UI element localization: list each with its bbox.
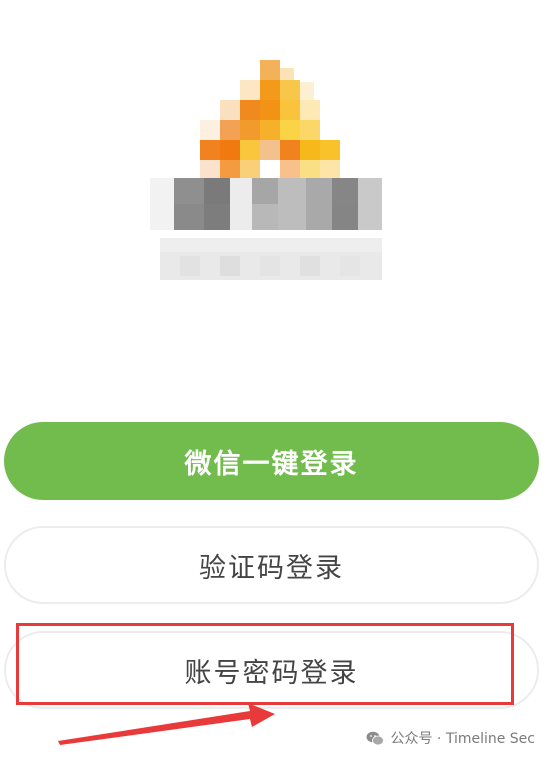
sms-code-login-label: 验证码登录 bbox=[199, 552, 344, 584]
app-logo-icon bbox=[150, 60, 382, 280]
sms-code-login-button[interactable]: 验证码登录 bbox=[4, 526, 539, 604]
wechat-login-button[interactable]: 微信一键登录 bbox=[4, 422, 539, 500]
wechat-icon bbox=[366, 731, 385, 745]
watermark-text: 公众号 · Timeline Sec bbox=[390, 731, 535, 747]
app-logo bbox=[140, 40, 400, 290]
watermark: 公众号 · Timeline Sec bbox=[366, 728, 535, 748]
password-login-label: 账号密码登录 bbox=[184, 657, 359, 689]
password-login-button[interactable]: 账号密码登录 bbox=[4, 631, 539, 709]
wechat-login-label: 微信一键登录 bbox=[184, 448, 359, 480]
